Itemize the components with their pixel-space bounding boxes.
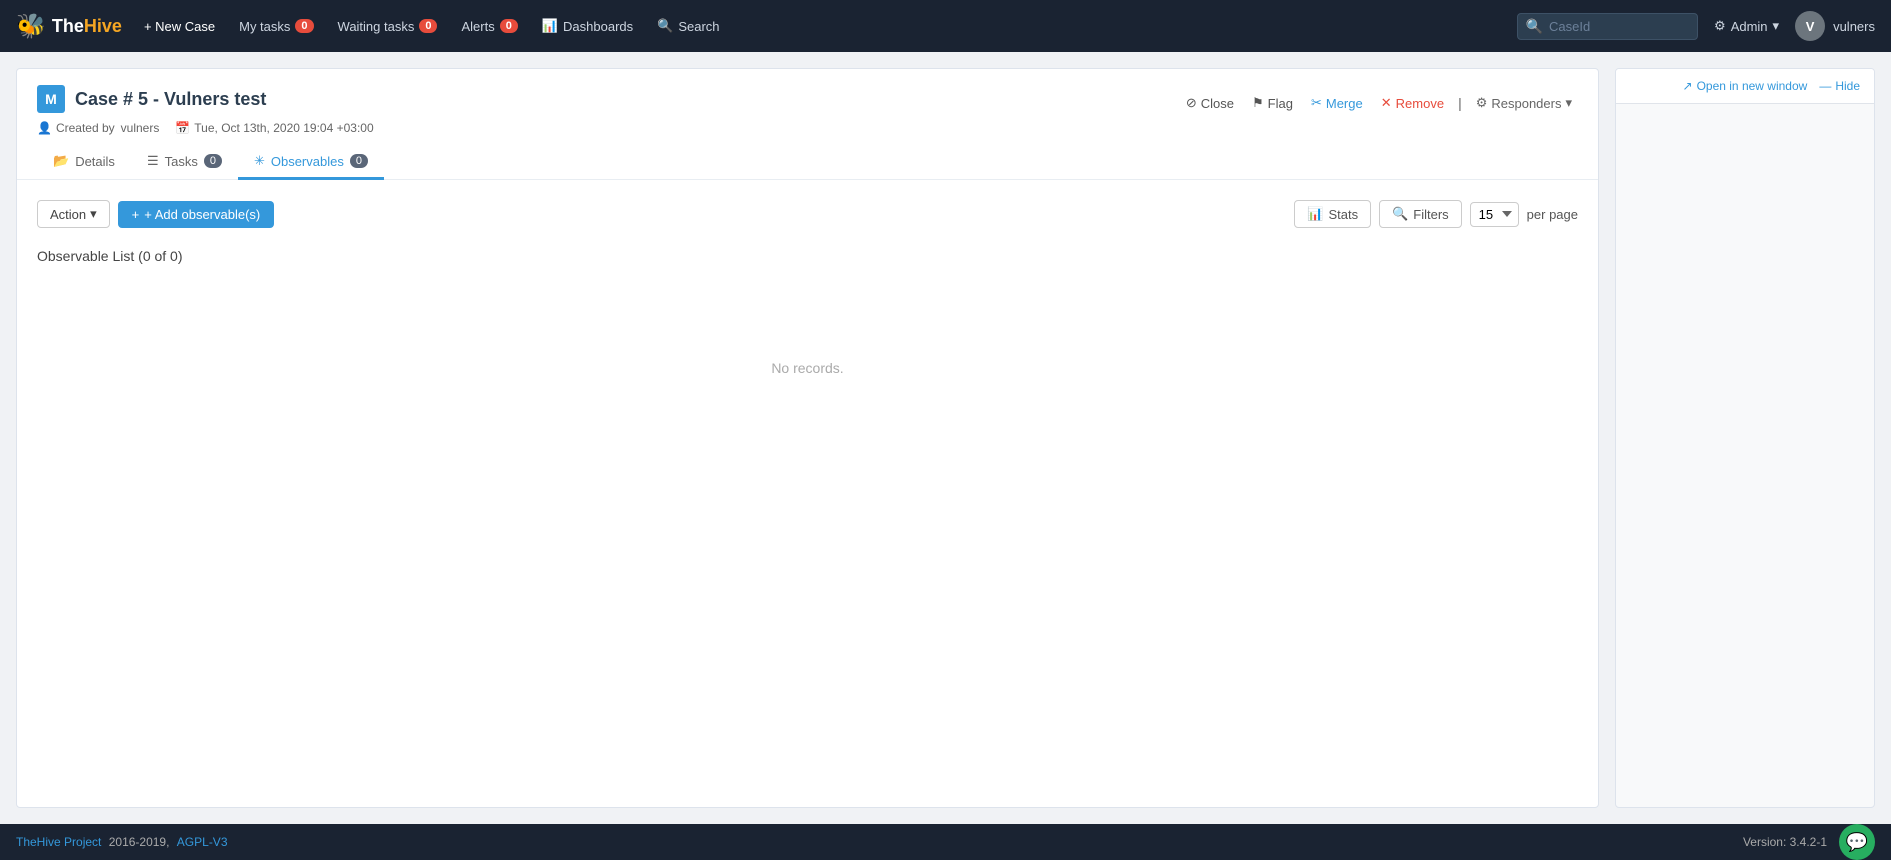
brand-text: TheHive	[52, 16, 122, 37]
user-initial: V	[1806, 19, 1815, 34]
alerts-label: Alerts	[461, 19, 494, 34]
dashboards-label: Dashboards	[563, 19, 633, 34]
admin-chevron-icon: ▾	[1773, 18, 1780, 34]
responders-chevron-icon: ▾	[1565, 95, 1572, 111]
observable-list-header: Observable List (0 of 0)	[37, 248, 1578, 264]
per-page-label: per page	[1527, 207, 1578, 222]
tasks-badge: 0	[204, 154, 222, 168]
navbar-right: 🔍 ⚙ Admin ▾ V vulners	[1517, 11, 1875, 41]
divider: |	[1456, 95, 1464, 111]
footer-right: Version: 3.4.2-1 💬	[1743, 824, 1875, 860]
case-title-row: M Case # 5 - Vulners test	[37, 85, 266, 113]
navbar: 🐝 TheHive + New Case My tasks 0 Waiting …	[0, 0, 1891, 52]
admin-button[interactable]: ⚙ Admin ▾	[1706, 14, 1787, 38]
case-date: 📅 Tue, Oct 13th, 2020 19:04 +03:00	[175, 121, 373, 135]
caseid-search-box: 🔍	[1517, 13, 1698, 40]
flag-button[interactable]: ⚑ Flag	[1246, 92, 1299, 114]
version-label: Version: 3.4.2-1	[1743, 835, 1827, 849]
case-actions: ⊘ Close ⚑ Flag ✂ Merge ✕ Remove	[1180, 92, 1578, 114]
external-link-icon: ↗	[1683, 79, 1693, 93]
waiting-tasks-button[interactable]: Waiting tasks 0	[328, 13, 448, 40]
case-title: Case # 5 - Vulners test	[75, 89, 266, 110]
case-tabs: 📂 Details ☰ Tasks 0 ✳ Observables 0	[37, 145, 1578, 179]
user-avatar[interactable]: V	[1795, 11, 1825, 41]
my-tasks-label: My tasks	[239, 19, 290, 34]
case-badge: M	[37, 85, 65, 113]
new-case-button[interactable]: + New Case	[134, 13, 225, 40]
case-meta: 👤 Created by vulners 📅 Tue, Oct 13th, 20…	[37, 121, 1578, 135]
flag-icon: ⚑	[1252, 95, 1264, 111]
chat-button[interactable]: 💬	[1839, 824, 1875, 860]
observables-content: Action ▾ + + Add observable(s) 📊 Stats 🔍	[17, 180, 1598, 476]
folder-icon: 📂	[53, 153, 69, 169]
filter-icon: 🔍	[1392, 206, 1408, 222]
admin-label: Admin	[1731, 19, 1768, 34]
action-dropdown-button[interactable]: Action ▾	[37, 200, 110, 228]
filters-button[interactable]: 🔍 Filters	[1379, 200, 1462, 228]
merge-icon: ✂	[1311, 95, 1322, 111]
search-button[interactable]: 🔍 Search	[647, 12, 729, 40]
footer-left: TheHive Project 2016-2019, AGPL-V3	[16, 835, 228, 849]
case-meta-actions: M Case # 5 - Vulners test ⊘ Close ⚑ Flag…	[37, 85, 1578, 121]
search-label: Search	[678, 19, 719, 34]
merge-button[interactable]: ✂ Merge	[1305, 92, 1369, 114]
bar-icon: 📊	[1307, 206, 1323, 222]
action-chevron-icon: ▾	[90, 206, 97, 222]
remove-icon: ✕	[1381, 95, 1392, 111]
footer-years: 2016-2019,	[109, 835, 170, 849]
footer-license-link[interactable]: AGPL-V3	[177, 835, 228, 849]
tab-observables[interactable]: ✳ Observables 0	[238, 145, 384, 180]
bar-chart-icon: 📊	[542, 18, 558, 34]
footer: TheHive Project 2016-2019, AGPL-V3 Versi…	[0, 824, 1891, 860]
right-panel: ↗ Open in new window — Hide	[1615, 68, 1875, 808]
toolbar-left: Action ▾ + + Add observable(s)	[37, 200, 274, 228]
hide-button[interactable]: — Hide	[1819, 79, 1860, 93]
my-tasks-badge: 0	[295, 19, 313, 33]
user-label: vulners	[1833, 19, 1875, 34]
search-box-icon: 🔍	[1526, 18, 1543, 35]
calendar-icon: 📅	[175, 121, 190, 135]
remove-button[interactable]: ✕ Remove	[1375, 92, 1450, 114]
minus-icon: —	[1819, 79, 1831, 93]
gear-icon: ⚙	[1714, 18, 1726, 34]
brand-logo[interactable]: 🐝 TheHive	[16, 12, 122, 41]
waiting-tasks-label: Waiting tasks	[338, 19, 415, 34]
alerts-badge: 0	[500, 19, 518, 33]
open-new-window-button[interactable]: ↗ Open in new window	[1683, 79, 1808, 93]
case-creator: 👤 Created by vulners	[37, 121, 159, 135]
right-panel-header: ↗ Open in new window — Hide	[1616, 69, 1874, 104]
stats-button[interactable]: 📊 Stats	[1294, 200, 1371, 228]
dashboards-button[interactable]: 📊 Dashboards	[532, 12, 643, 40]
responders-gear-icon: ⚙	[1476, 95, 1488, 111]
case-header: M Case # 5 - Vulners test ⊘ Close ⚑ Flag…	[17, 69, 1598, 180]
responders-button[interactable]: ⚙ Responders ▾	[1470, 92, 1578, 114]
tab-tasks[interactable]: ☰ Tasks 0	[131, 145, 238, 180]
hive-icon: 🐝	[16, 12, 46, 41]
toolbar-right: 📊 Stats 🔍 Filters 10 15 25 50 per page	[1294, 200, 1578, 228]
pin-icon: ✳	[254, 153, 265, 169]
observables-badge: 0	[350, 154, 368, 168]
observable-toolbar: Action ▾ + + Add observable(s) 📊 Stats 🔍	[37, 200, 1578, 228]
no-records-message: No records.	[37, 280, 1578, 456]
case-panel: M Case # 5 - Vulners test ⊘ Close ⚑ Flag…	[16, 68, 1599, 808]
add-icon: +	[132, 207, 140, 222]
close-circle-icon: ⊘	[1186, 95, 1197, 111]
my-tasks-button[interactable]: My tasks 0	[229, 13, 323, 40]
waiting-tasks-badge: 0	[419, 19, 437, 33]
footer-project-link[interactable]: TheHive Project	[16, 835, 101, 849]
main-content: M Case # 5 - Vulners test ⊘ Close ⚑ Flag…	[0, 52, 1891, 824]
add-observables-button[interactable]: + + Add observable(s)	[118, 201, 275, 228]
tab-details[interactable]: 📂 Details	[37, 145, 131, 180]
close-button[interactable]: ⊘ Close	[1180, 92, 1240, 114]
caseid-input[interactable]	[1549, 19, 1689, 34]
per-page-select[interactable]: 10 15 25 50	[1470, 202, 1519, 227]
list-icon: ☰	[147, 153, 159, 169]
person-icon: 👤	[37, 121, 52, 135]
search-icon: 🔍	[657, 18, 673, 34]
alerts-button[interactable]: Alerts 0	[451, 13, 527, 40]
